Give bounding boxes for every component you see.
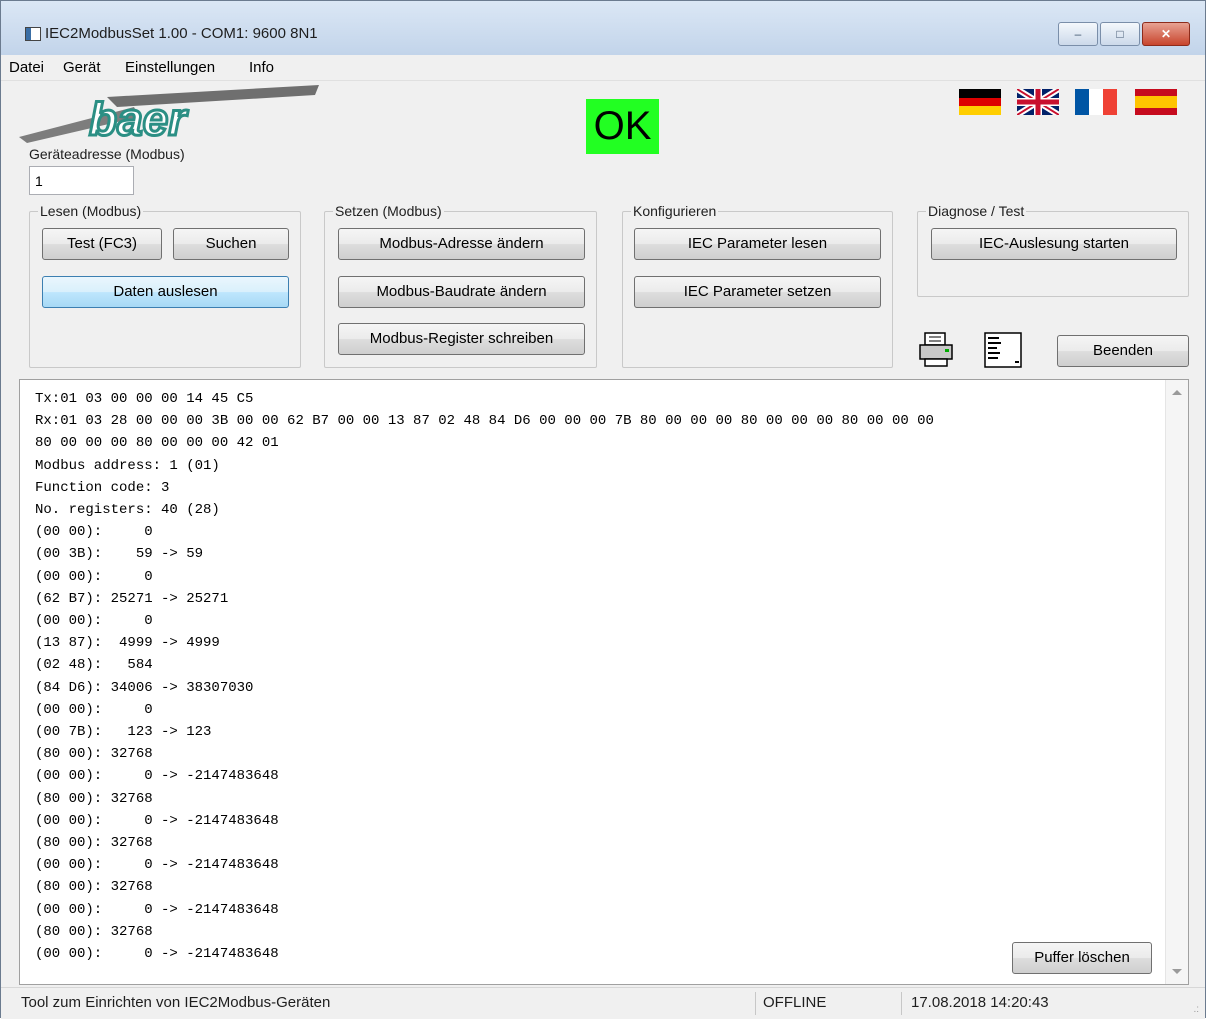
log-line: (62 B7): 25271 -> 25271 (35, 590, 229, 607)
log-line: (00 3B): 59 -> 59 (35, 546, 204, 563)
spanish-flag[interactable] (1135, 89, 1177, 115)
status-separator (755, 992, 756, 1015)
log-line: (80 00): 32768 (35, 835, 153, 852)
log-line: (00 00): 0 -> -2147483648 (35, 812, 279, 829)
scroll-down-icon[interactable] (1172, 969, 1182, 974)
log-line: No. registers: 40 (28) (35, 502, 220, 519)
log-line: (00 00): 0 -> -2147483648 (35, 946, 279, 963)
status-indicator: OK (586, 99, 659, 154)
log-line: (00 00): 0 (35, 701, 153, 718)
log-text: Tx:01 03 00 00 00 14 45 C5 Rx:01 03 28 00… (35, 388, 934, 965)
minimize-button[interactable]: – (1058, 22, 1098, 46)
clear-buffer-button[interactable]: Puffer löschen (1012, 942, 1152, 974)
logo-text: baer (89, 93, 188, 145)
app-window: IEC2ModbusSet 1.00 - COM1: 9600 8N1 – □ … (0, 0, 1206, 1019)
resize-grip-icon[interactable]: .: (1193, 1004, 1199, 1015)
group-konfigurieren-title: Konfigurieren (631, 202, 719, 220)
log-line: (00 00): 0 -> -2147483648 (35, 901, 279, 918)
status-bar: Tool zum Einrichten von IEC2Modbus-Gerät… (1, 987, 1205, 1019)
log-line: Function code: 3 (35, 479, 170, 496)
exit-button[interactable]: Beenden (1057, 335, 1189, 367)
change-address-button[interactable]: Modbus-Adresse ändern (338, 228, 585, 260)
scroll-up-icon[interactable] (1172, 390, 1182, 395)
test-fc3-button[interactable]: Test (FC3) (42, 228, 162, 260)
menu-bar: Datei Gerät Einstellungen Info (1, 56, 1205, 81)
group-diagnose-title: Diagnose / Test (926, 202, 1027, 220)
log-line: (02 48): 584 (35, 657, 153, 674)
menu-datei[interactable]: Datei (9, 59, 44, 76)
log-line: Rx:01 03 28 00 00 00 3B 00 00 62 B7 00 0… (35, 413, 934, 430)
log-line: (00 00): 0 -> -2147483648 (35, 768, 279, 785)
window-title: IEC2ModbusSet 1.00 - COM1: 9600 8N1 (45, 25, 318, 42)
menu-geraet[interactable]: Gerät (63, 59, 101, 76)
device-address-input[interactable] (29, 166, 134, 195)
read-data-button[interactable]: Daten auslesen (42, 276, 289, 308)
group-lesen-title: Lesen (Modbus) (38, 202, 144, 220)
log-line: (13 87): 4999 -> 4999 (35, 635, 220, 652)
log-line: (00 7B): 123 -> 123 (35, 724, 212, 741)
baer-logo: baer (19, 85, 319, 147)
log-line: (84 D6): 34006 -> 38307030 (35, 679, 254, 696)
title-bar: IEC2ModbusSet 1.00 - COM1: 9600 8N1 – □ … (1, 1, 1205, 55)
connection-status: OFFLINE (763, 994, 827, 1011)
log-line: Modbus address: 1 (01) (35, 457, 220, 474)
log-line: (80 00): 32768 (35, 790, 153, 807)
change-baudrate-button[interactable]: Modbus-Baudrate ändern (338, 276, 585, 308)
maximize-button[interactable]: □ (1100, 22, 1140, 46)
log-line: (80 00): 32768 (35, 923, 153, 940)
log-line: (80 00): 32768 (35, 746, 153, 763)
list-view-icon[interactable] (983, 329, 1023, 369)
log-output[interactable]: Tx:01 03 00 00 00 14 45 C5 Rx:01 03 28 00… (19, 379, 1189, 985)
log-line: 80 00 00 00 80 00 00 00 42 01 (35, 435, 279, 452)
write-register-button[interactable]: Modbus-Register schreiben (338, 323, 585, 355)
status-description: Tool zum Einrichten von IEC2Modbus-Gerät… (21, 994, 331, 1011)
log-line: (00 00): 0 (35, 524, 153, 541)
app-icon (25, 27, 41, 41)
group-setzen-title: Setzen (Modbus) (333, 202, 444, 220)
log-line: (00 00): 0 -> -2147483648 (35, 857, 279, 874)
log-line: (80 00): 32768 (35, 879, 153, 896)
french-flag[interactable] (1075, 89, 1117, 115)
device-address-label: Geräteadresse (Modbus) (29, 146, 185, 162)
set-iec-params-button[interactable]: IEC Parameter setzen (634, 276, 881, 308)
status-separator (901, 992, 902, 1015)
read-iec-params-button[interactable]: IEC Parameter lesen (634, 228, 881, 260)
log-scrollbar[interactable] (1165, 380, 1188, 984)
log-line: (00 00): 0 (35, 568, 153, 585)
printer-icon[interactable] (917, 329, 957, 369)
log-line: Tx:01 03 00 00 00 14 45 C5 (35, 391, 254, 407)
close-button[interactable]: ✕ (1142, 22, 1190, 46)
status-datetime: 17.08.2018 14:20:43 (911, 994, 1049, 1011)
start-iec-reading-button[interactable]: IEC-Auslesung starten (931, 228, 1177, 260)
log-line: (00 00): 0 (35, 613, 153, 630)
uk-flag[interactable] (1017, 89, 1059, 115)
german-flag[interactable] (959, 89, 1001, 115)
search-button[interactable]: Suchen (173, 228, 289, 260)
menu-info[interactable]: Info (249, 59, 274, 76)
menu-einstellungen[interactable]: Einstellungen (125, 59, 215, 76)
